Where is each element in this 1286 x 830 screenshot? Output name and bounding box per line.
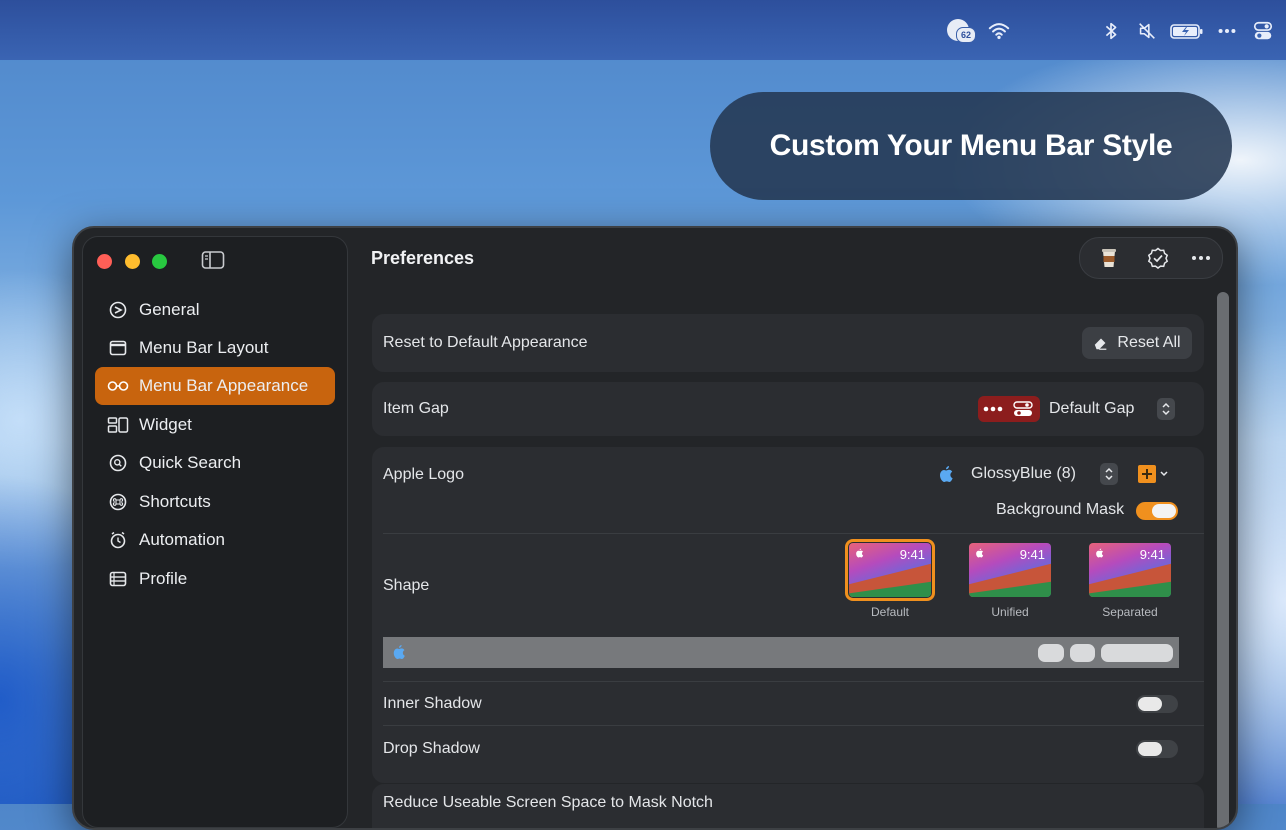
command-icon	[107, 491, 129, 513]
sidebar-item-label: Menu Bar Appearance	[139, 376, 309, 395]
sidebar-item-label: Automation	[139, 530, 225, 549]
sidebar-item-quick-search[interactable]: Quick Search	[95, 444, 335, 482]
divider	[383, 725, 1204, 726]
shape-thumbnail: 9:41	[845, 539, 935, 601]
search-icon	[107, 452, 129, 474]
widget-icon	[107, 414, 129, 436]
sidebar-item-menu-bar-layout[interactable]: Menu Bar Layout	[95, 329, 335, 367]
battery-icon[interactable]	[1170, 20, 1204, 42]
page-title: Preferences	[371, 248, 475, 268]
drop-shadow-label: Drop Shadow	[383, 740, 480, 757]
background-mask-label: Background Mask	[996, 501, 1125, 518]
preview-item	[1101, 644, 1173, 662]
apple-logo-icon	[1096, 548, 1104, 558]
sidebar-item-label: Shortcuts	[139, 492, 211, 511]
apple-logo-icon	[976, 548, 984, 558]
shape-thumbnail: 9:41	[969, 543, 1051, 597]
reduce-space-label: Reduce Useable Screen Space to Mask Notc…	[383, 794, 713, 811]
scrollbar[interactable]	[1217, 292, 1229, 828]
automation-icon	[107, 529, 129, 551]
zoom-button[interactable]	[152, 254, 167, 269]
apple-logo-icon	[856, 548, 864, 558]
gap-preview	[978, 396, 1040, 422]
shape-option-separated[interactable]: 9:41 Separated	[1086, 543, 1174, 619]
divider	[383, 681, 1204, 682]
thumb-time: 9:41	[899, 547, 925, 562]
shape-option-default[interactable]: 9:41 Default	[845, 539, 935, 619]
more-icon[interactable]	[1189, 246, 1213, 270]
preview-item	[1070, 644, 1095, 662]
notification-badge-icon[interactable]: 62	[947, 19, 976, 43]
control-center-icon[interactable]	[1252, 20, 1274, 42]
item-gap-label: Item Gap	[383, 400, 449, 417]
more-icon[interactable]	[1216, 20, 1238, 42]
sidebar-item-shortcuts[interactable]: Shortcuts	[95, 483, 335, 521]
background-mask-toggle[interactable]	[1136, 502, 1178, 520]
preview-item	[1038, 644, 1064, 662]
shape-label: Shape	[383, 577, 430, 594]
coffee-icon[interactable]	[1097, 246, 1121, 270]
shape-option-unified[interactable]: 9:41 Unified	[966, 543, 1054, 619]
window-icon	[107, 337, 129, 359]
mute-icon[interactable]	[1136, 20, 1158, 42]
headline-callout: Custom Your Menu Bar Style	[710, 92, 1232, 200]
callout-text: Custom Your Menu Bar Style	[769, 129, 1173, 162]
sidebar: General Menu Bar Layout Menu Bar Appeara…	[82, 236, 348, 828]
menu-bar-preview	[383, 637, 1179, 668]
shape-caption: Unified	[991, 605, 1029, 619]
item-gap-value[interactable]: Default Gap	[1049, 400, 1134, 418]
inner-shadow-toggle[interactable]	[1136, 695, 1178, 713]
sidebar-item-label: Widget	[139, 415, 192, 434]
drop-shadow-toggle[interactable]	[1136, 740, 1178, 758]
shape-thumbnail: 9:41	[1089, 543, 1171, 597]
sidebar-item-menu-bar-appearance[interactable]: Menu Bar Appearance	[95, 367, 335, 405]
toolbar	[1079, 237, 1223, 279]
wifi-icon[interactable]	[988, 20, 1010, 42]
system-menu-bar: 62	[0, 0, 1286, 60]
item-gap-stepper[interactable]	[1157, 398, 1175, 420]
shape-caption: Default	[870, 605, 910, 619]
sidebar-item-label: Quick Search	[139, 453, 242, 472]
close-button[interactable]	[97, 254, 112, 269]
thumb-time: 9:41	[1139, 547, 1165, 562]
apple-logo-label: Apple Logo	[383, 466, 464, 483]
glasses-icon	[107, 375, 129, 397]
inner-shadow-label: Inner Shadow	[383, 695, 482, 712]
sidebar-item-general[interactable]: General	[95, 291, 335, 329]
apple-logo-stepper[interactable]	[1100, 463, 1118, 485]
sidebar-item-profile[interactable]: Profile	[95, 560, 335, 598]
reset-label: Reset to Default Appearance	[383, 334, 588, 351]
sidebar-item-label: General	[139, 300, 200, 319]
sidebar-toggle-icon[interactable]	[201, 250, 225, 270]
badge-count: 62	[956, 27, 976, 43]
reset-all-label: Reset All	[1117, 334, 1181, 351]
preferences-window: General Menu Bar Layout Menu Bar Appeara…	[72, 226, 1238, 830]
reset-card: Reset to Default Appearance Reset All	[372, 314, 1204, 372]
reset-all-button[interactable]: Reset All	[1082, 327, 1192, 359]
minimize-button[interactable]	[125, 254, 140, 269]
apple-logo-card: Apple Logo GlossyBlue (8) Background Mas…	[372, 447, 1204, 783]
apple-logo-icon	[940, 466, 953, 482]
reduce-space-card: Reduce Useable Screen Space to Mask Notc…	[372, 784, 1204, 828]
color-picker[interactable]	[1138, 464, 1170, 484]
profile-icon	[107, 568, 129, 590]
verified-icon[interactable]	[1146, 246, 1170, 270]
apple-logo-icon	[393, 645, 405, 659]
sidebar-item-automation[interactable]: Automation	[95, 521, 335, 559]
eraser-icon	[1095, 338, 1107, 350]
divider	[383, 533, 1204, 534]
sidebar-item-label: Profile	[139, 569, 188, 588]
item-gap-card: Item Gap Default Gap	[372, 382, 1204, 436]
general-icon	[107, 299, 129, 321]
sidebar-item-widget[interactable]: Widget	[95, 406, 335, 444]
shape-caption: Separated	[1102, 605, 1158, 619]
thumb-time: 9:41	[1019, 547, 1045, 562]
apple-logo-value[interactable]: GlossyBlue (8)	[971, 465, 1076, 483]
sidebar-item-label: Menu Bar Layout	[139, 338, 269, 357]
bluetooth-icon[interactable]	[1100, 20, 1122, 42]
